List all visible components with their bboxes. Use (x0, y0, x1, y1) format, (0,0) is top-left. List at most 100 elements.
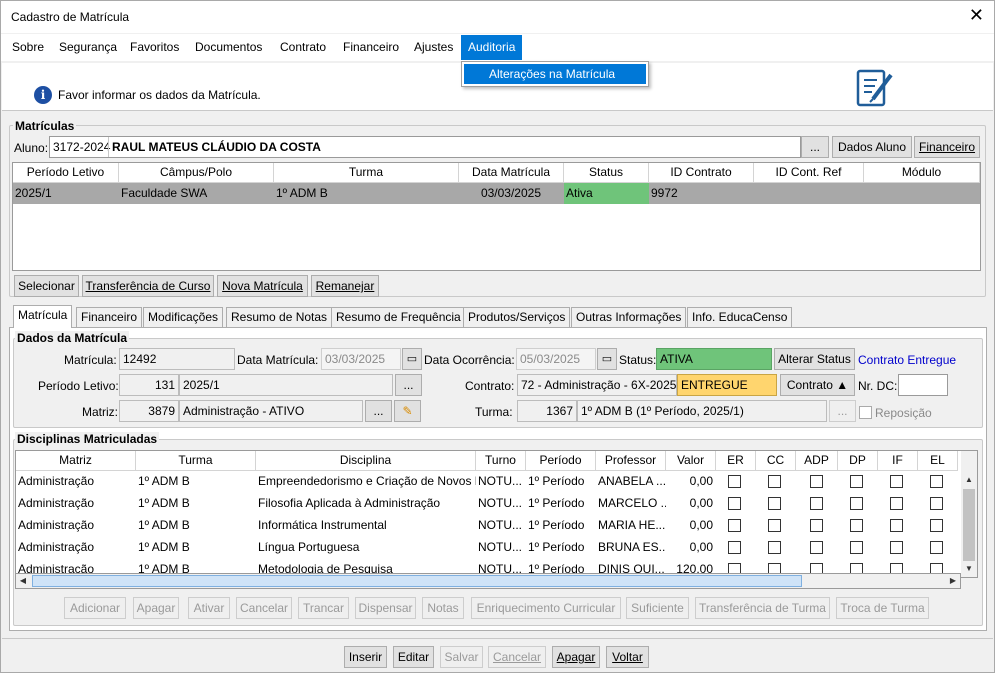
contrato-button[interactable]: Contrato ▲ (780, 374, 855, 396)
vertical-scrollbar[interactable]: ▲ ▼ (961, 450, 978, 578)
col-professor[interactable]: Professor (596, 451, 666, 471)
checkbox-cc[interactable] (768, 475, 781, 488)
col-campus-polo[interactable]: Câmpus/Polo (119, 163, 274, 183)
tab-matricula[interactable]: Matrícula (13, 305, 73, 328)
col-status[interactable]: Status (564, 163, 649, 183)
checkbox-cc[interactable] (768, 497, 781, 510)
periodo-search-button[interactable]: ... (395, 374, 422, 396)
periodo-field[interactable]: 2025/1 (179, 374, 393, 396)
menu-seguranca[interactable]: Segurança (59, 40, 117, 54)
aluno-field[interactable]: 3172-2024 RAUL MATEUS CLÁUDIO DA COSTA (49, 136, 801, 158)
nova-matricula-button[interactable]: Nova Matrícula (217, 275, 308, 297)
col-modulo[interactable]: Módulo (864, 163, 980, 183)
trancar-button[interactable]: Trancar (298, 597, 349, 619)
matriz-search-button[interactable]: ... (365, 400, 392, 422)
dispensar-button[interactable]: Dispensar (355, 597, 416, 619)
calendar-icon[interactable]: ▭ (402, 348, 422, 370)
remanejar-button[interactable]: Remanejar (311, 275, 379, 297)
checkbox-cc[interactable] (768, 519, 781, 532)
menu-favoritos[interactable]: Favoritos (130, 40, 179, 54)
data-ocorrencia-field[interactable]: 05/03/2025 (516, 348, 596, 370)
menu-item-alteracoes-matricula[interactable]: Alterações na Matrícula (464, 64, 646, 84)
turma-search-button[interactable]: ... (829, 400, 856, 422)
suficiente-button[interactable]: Suficiente (626, 597, 689, 619)
scrollbar-h-thumb[interactable] (32, 575, 802, 587)
ativar-button[interactable]: Ativar (188, 597, 230, 619)
checkbox-el[interactable] (930, 475, 943, 488)
matriz-code-field[interactable]: 3879 (119, 400, 179, 422)
scroll-up-icon[interactable]: ▲ (962, 473, 976, 487)
tab-info-educacenso[interactable]: Info. EducaCenso (687, 307, 793, 327)
menu-contrato[interactable]: Contrato (280, 40, 326, 54)
checkbox-er[interactable] (728, 475, 741, 488)
table-row[interactable]: Administração 1º ADM B Filosofia Aplicada … (16, 493, 960, 515)
col-turno[interactable]: Turno (476, 451, 526, 471)
col-cc[interactable]: CC (756, 451, 796, 471)
nr-dc-field[interactable] (898, 374, 948, 396)
checkbox-er[interactable] (728, 541, 741, 554)
cancelar-button[interactable]: Cancelar (488, 646, 546, 668)
menu-financeiro[interactable]: Financeiro (343, 40, 399, 54)
col-id-cont-ref[interactable]: ID Cont. Ref (754, 163, 864, 183)
checkbox-adp[interactable] (810, 519, 823, 532)
transferencia-turma-button[interactable]: Transferência de Turma (695, 597, 830, 619)
col-matriz[interactable]: Matriz (16, 451, 136, 471)
matriculas-grid[interactable]: Período Letivo Câmpus/Polo Turma Data Ma… (12, 162, 981, 271)
editar-button[interactable]: Editar (393, 646, 434, 668)
apagar-button[interactable]: Apagar (133, 597, 179, 619)
checkbox-el[interactable] (930, 497, 943, 510)
calendar-icon[interactable]: ▭ (597, 348, 617, 370)
matriz-field[interactable]: Administração - ATIVO (179, 400, 363, 422)
tab-financeiro[interactable]: Financeiro (76, 307, 143, 327)
pencil-icon[interactable]: ✎ (394, 400, 421, 422)
col-periodo[interactable]: Período (526, 451, 596, 471)
disciplinas-grid[interactable]: Matriz Turma Disciplina Turno Período Pr… (15, 450, 961, 578)
checkbox-cc[interactable] (768, 541, 781, 554)
tab-modificacoes[interactable]: Modificações (143, 307, 224, 327)
checkbox-adp[interactable] (810, 541, 823, 554)
turma-field[interactable]: 1º ADM B (1º Período, 2025/1) (577, 400, 827, 422)
salvar-button[interactable]: Salvar (440, 646, 483, 668)
checkbox-dp[interactable] (850, 475, 863, 488)
turma-code-field[interactable]: 1367 (517, 400, 577, 422)
checkbox-dp[interactable] (850, 497, 863, 510)
troca-turma-button[interactable]: Troca de Turma (836, 597, 929, 619)
horizontal-scrollbar[interactable]: ◀ ▶ (15, 573, 961, 589)
close-icon[interactable]: ✕ (969, 6, 984, 24)
tab-resumo-frequencia[interactable]: Resumo de Frequência (331, 307, 466, 327)
col-id-contrato[interactable]: ID Contrato (649, 163, 754, 183)
col-turma[interactable]: Turma (274, 163, 459, 183)
col-disciplina[interactable]: Disciplina (256, 451, 476, 471)
checkbox-er[interactable] (728, 519, 741, 532)
table-row[interactable]: Administração 1º ADM B Língua Portuguesa NO… (16, 537, 960, 559)
periodo-code-field[interactable]: 131 (119, 374, 179, 396)
col-turma[interactable]: Turma (136, 451, 256, 471)
financeiro-button[interactable]: Financeiro (914, 136, 980, 158)
checkbox-dp[interactable] (850, 519, 863, 532)
aluno-search-button[interactable]: ... (801, 136, 829, 158)
col-data-matricula[interactable]: Data Matrícula (459, 163, 564, 183)
tab-outras-informacoes[interactable]: Outras Informações (571, 307, 687, 327)
scrollbar-thumb[interactable] (963, 489, 975, 561)
col-periodo-letivo[interactable]: Período Letivo (13, 163, 119, 183)
checkbox-el[interactable] (930, 519, 943, 532)
checkbox-if[interactable] (890, 519, 903, 532)
dados-aluno-button[interactable]: Dados Aluno (832, 136, 912, 158)
col-el[interactable]: EL (918, 451, 958, 471)
tab-resumo-notas[interactable]: Resumo de Notas (226, 307, 333, 327)
checkbox-if[interactable] (890, 541, 903, 554)
menu-ajustes[interactable]: Ajustes (414, 40, 453, 54)
notas-button[interactable]: Notas (422, 597, 464, 619)
checkbox-if[interactable] (890, 475, 903, 488)
selecionar-button[interactable]: Selecionar (14, 275, 79, 297)
col-valor[interactable]: Valor (666, 451, 716, 471)
reposicao-checkbox[interactable] (859, 406, 872, 419)
col-er[interactable]: ER (716, 451, 756, 471)
table-row[interactable]: Administração 1º ADM B Empreendedorismo e … (16, 471, 960, 493)
alterar-status-button[interactable]: Alterar Status (774, 348, 855, 370)
checkbox-adp[interactable] (810, 475, 823, 488)
scroll-right-icon[interactable]: ▶ (946, 574, 960, 588)
enriquecimento-curricular-button[interactable]: Enriquecimento Curricular (471, 597, 621, 619)
table-row[interactable]: 2025/1 Faculdade SWA 1º ADM B 03/03/2025… (13, 183, 980, 204)
contrato-entregue-link[interactable]: Contrato Entregue (858, 353, 956, 367)
